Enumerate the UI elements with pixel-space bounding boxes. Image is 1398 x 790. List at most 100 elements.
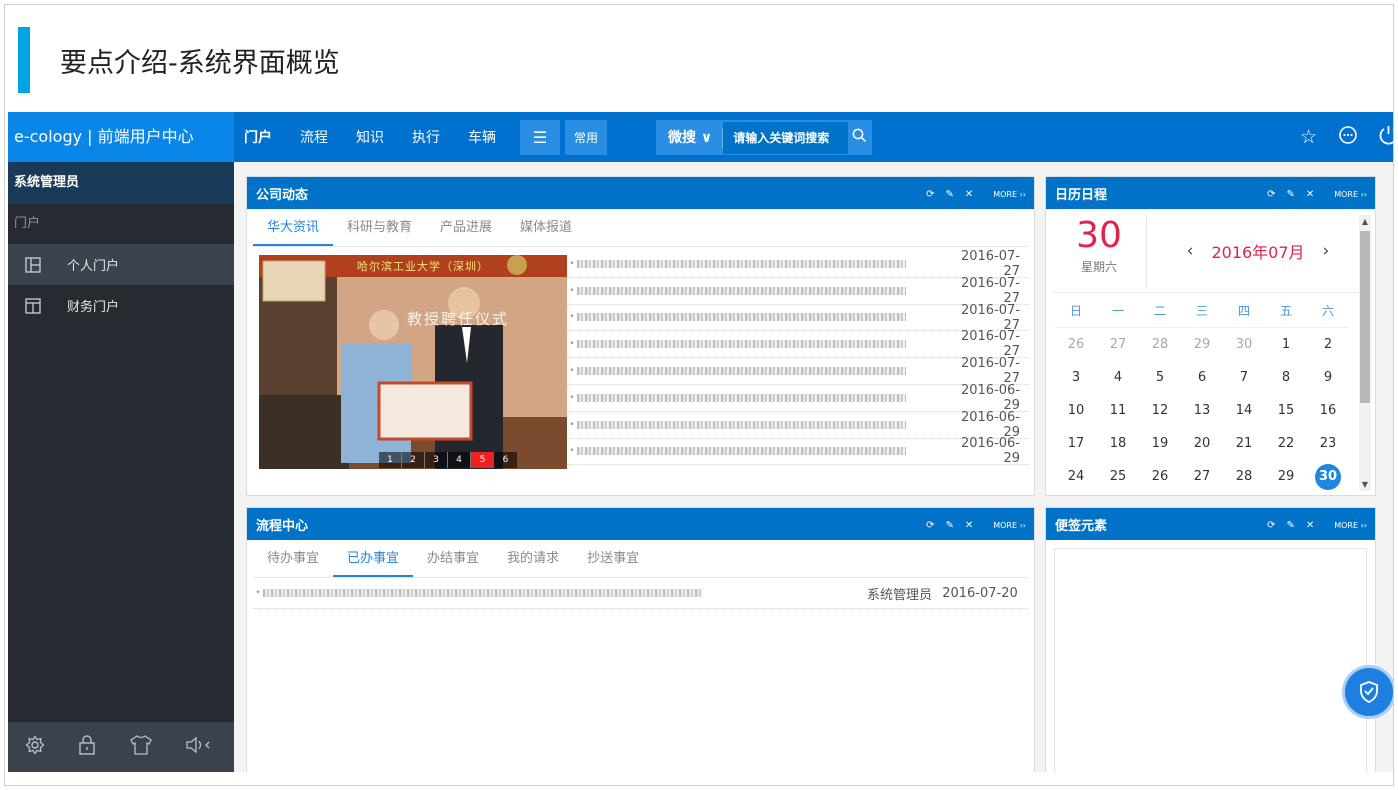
search-icon[interactable] [848, 128, 867, 147]
workflow-title-blurred[interactable] [263, 589, 703, 597]
calendar-day[interactable]: 8 [1265, 361, 1307, 394]
refresh-icon[interactable]: ⟳ [1267, 520, 1275, 531]
close-icon[interactable]: ✕ [965, 189, 973, 200]
calendar-scrollbar[interactable]: ▲ ▼ [1359, 215, 1371, 491]
calendar-day[interactable]: 24 [1055, 460, 1097, 493]
slider-page[interactable]: 6 [494, 452, 517, 468]
calendar-day[interactable]: 29 [1265, 460, 1307, 493]
list-item[interactable]: • 2016-06-29 [567, 383, 1029, 413]
news-headline-blurred[interactable] [577, 447, 906, 456]
sidebar-item-finance-portal[interactable]: 财务门户 [8, 285, 234, 326]
slider-page[interactable]: 3 [425, 452, 448, 468]
nav-item-execution[interactable]: 执行 [412, 127, 440, 147]
close-icon[interactable]: ✕ [965, 520, 973, 531]
list-item[interactable]: • 2016-07-27 [567, 329, 1029, 359]
tab-my-requests[interactable]: 我的请求 [493, 540, 573, 577]
settings-icon[interactable]: ✎ [945, 520, 953, 531]
tab-media-reports[interactable]: 媒体报道 [506, 209, 586, 246]
calendar-day[interactable]: 9 [1307, 361, 1349, 394]
theme-icon[interactable] [129, 734, 152, 760]
search-input[interactable]: 请输入关键词搜索 [723, 121, 849, 154]
calendar-day-today[interactable]: 30 [1307, 460, 1349, 493]
list-item[interactable]: • 2016-06-29 [567, 436, 1029, 466]
scroll-up-icon[interactable]: ▲ [1359, 217, 1371, 226]
list-item[interactable]: • 2016-07-27 [567, 303, 1029, 333]
tab-product-progress[interactable]: 产品进展 [426, 209, 506, 246]
sound-icon[interactable] [185, 735, 217, 760]
news-image-slider[interactable]: 哈尔滨工业大学（深圳） 教授聘任仪式 1 2 3 4 5 6 [259, 255, 567, 469]
scrollbar-thumb[interactable] [1360, 231, 1370, 403]
close-icon[interactable]: ✕ [1306, 189, 1314, 200]
news-headline-blurred[interactable] [577, 393, 906, 402]
more-link[interactable]: MORE ›› [982, 190, 1026, 199]
calendar-day[interactable]: 4 [1097, 361, 1139, 394]
calendar-day[interactable]: 26 [1055, 328, 1097, 361]
calendar-day[interactable]: 20 [1181, 427, 1223, 460]
note-textarea[interactable] [1054, 548, 1367, 772]
star-icon[interactable]: ☆ [1300, 126, 1317, 148]
calendar-day[interactable]: 7 [1223, 361, 1265, 394]
calendar-day[interactable]: 13 [1181, 394, 1223, 427]
security-shield-button[interactable] [1342, 665, 1393, 719]
calendar-day[interactable]: 27 [1097, 328, 1139, 361]
calendar-day[interactable]: 15 [1265, 394, 1307, 427]
slider-page[interactable]: 4 [448, 452, 471, 468]
power-icon[interactable] [1379, 125, 1393, 150]
calendar-day[interactable]: 5 [1139, 361, 1181, 394]
more-link[interactable]: MORE ›› [982, 521, 1026, 530]
news-headline-blurred[interactable] [577, 286, 906, 295]
more-icon[interactable] [1338, 125, 1358, 150]
menu-icon[interactable]: ☰ [520, 119, 560, 155]
list-item[interactable]: • 2016-07-27 [567, 249, 1029, 279]
calendar-day[interactable]: 26 [1139, 460, 1181, 493]
table-row[interactable]: • 系统管理员 2016-07-20 [253, 578, 1028, 609]
calendar-day[interactable]: 29 [1181, 328, 1223, 361]
prev-month-icon[interactable]: ‹ [1187, 241, 1194, 261]
refresh-icon[interactable]: ⟳ [926, 189, 934, 200]
tab-finished[interactable]: 办结事宜 [413, 540, 493, 577]
next-month-icon[interactable]: › [1323, 241, 1330, 261]
calendar-day[interactable]: 23 [1307, 427, 1349, 460]
list-item[interactable]: • 2016-07-27 [567, 356, 1029, 386]
tab-research-education[interactable]: 科研与教育 [333, 209, 426, 246]
calendar-day[interactable]: 14 [1223, 394, 1265, 427]
calendar-day[interactable]: 12 [1139, 394, 1181, 427]
calendar-day[interactable]: 18 [1097, 427, 1139, 460]
list-item[interactable]: • 2016-06-29 [567, 410, 1029, 440]
tab-huada-news[interactable]: 华大资讯 [253, 209, 334, 246]
settings-icon[interactable]: ✎ [1286, 520, 1294, 531]
news-headline-blurred[interactable] [577, 313, 906, 322]
calendar-day[interactable]: 27 [1181, 460, 1223, 493]
lock-icon[interactable] [78, 734, 96, 760]
nav-item-knowledge[interactable]: 知识 [356, 127, 384, 147]
calendar-day[interactable]: 6 [1181, 361, 1223, 394]
calendar-day[interactable]: 21 [1223, 427, 1265, 460]
refresh-icon[interactable]: ⟳ [1267, 189, 1275, 200]
news-headline-blurred[interactable] [577, 420, 906, 429]
slider-page-active[interactable]: 5 [471, 452, 494, 468]
more-link[interactable]: MORE ›› [1323, 521, 1367, 530]
tab-cc[interactable]: 抄送事宜 [573, 540, 653, 577]
sidebar-item-personal-portal[interactable]: 个人门户 [8, 244, 234, 285]
calendar-day[interactable]: 10 [1055, 394, 1097, 427]
calendar-day[interactable]: 17 [1055, 427, 1097, 460]
calendar-day[interactable]: 30 [1223, 328, 1265, 361]
more-link[interactable]: MORE ›› [1323, 190, 1367, 199]
tab-done[interactable]: 已办事宜 [333, 540, 414, 577]
settings-icon[interactable] [25, 734, 45, 760]
nav-item-vehicle[interactable]: 车辆 [468, 127, 496, 147]
calendar-day[interactable]: 25 [1097, 460, 1139, 493]
settings-icon[interactable]: ✎ [1286, 189, 1294, 200]
nav-item-workflow[interactable]: 流程 [300, 127, 328, 147]
calendar-day[interactable]: 1 [1265, 328, 1307, 361]
calendar-day[interactable]: 2 [1307, 328, 1349, 361]
calendar-day[interactable]: 22 [1265, 427, 1307, 460]
current-user[interactable]: 系统管理员 [8, 162, 234, 204]
calendar-day[interactable]: 16 [1307, 394, 1349, 427]
news-headline-blurred[interactable] [577, 259, 906, 268]
scroll-down-icon[interactable]: ▼ [1359, 480, 1371, 489]
tab-todo[interactable]: 待办事宜 [253, 540, 333, 577]
calendar-day[interactable]: 28 [1139, 328, 1181, 361]
calendar-day[interactable]: 3 [1055, 361, 1097, 394]
news-headline-blurred[interactable] [577, 367, 906, 376]
